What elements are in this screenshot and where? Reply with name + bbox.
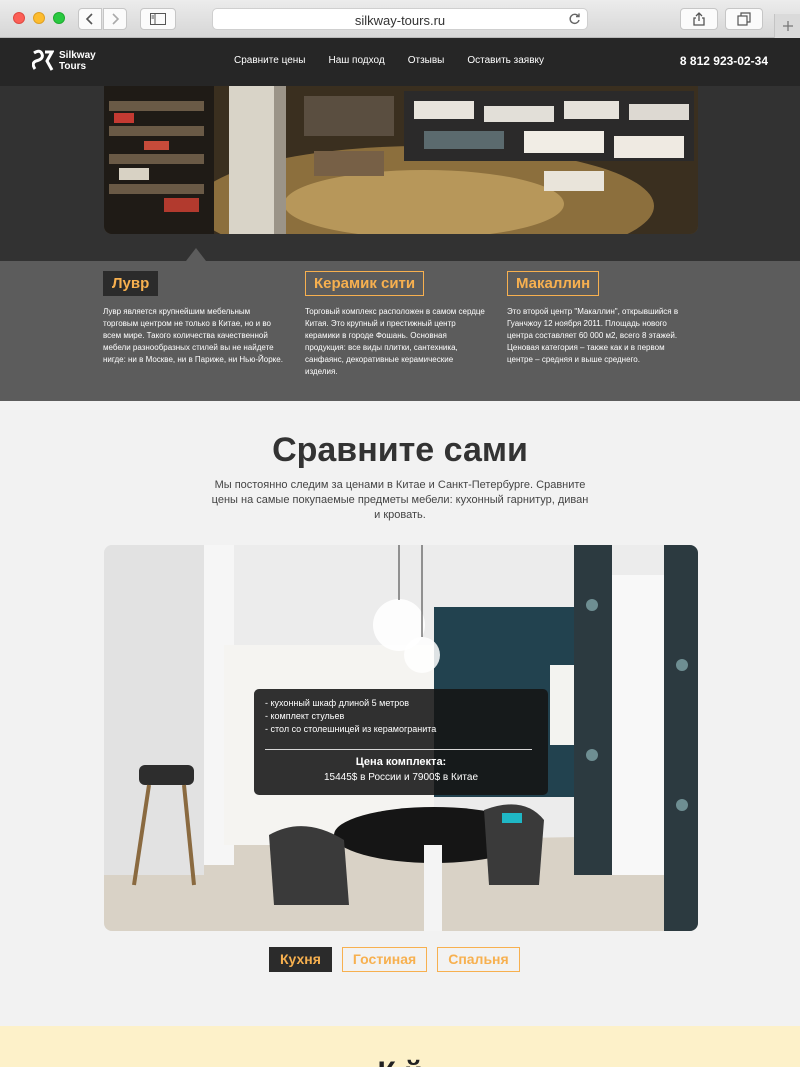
new-tab-button[interactable] xyxy=(774,14,800,38)
set-info-overlay: - кухонный шкаф длиной 5 метров - компле… xyxy=(254,689,548,795)
zoom-window-button[interactable] xyxy=(53,12,65,24)
set-item: - кухонный шкаф длиной 5 метров xyxy=(265,698,409,708)
share-icon xyxy=(693,12,705,26)
close-window-button[interactable] xyxy=(13,12,25,24)
reload-icon[interactable] xyxy=(568,12,581,26)
mall-macalline: Макаллин Это второй центр "Макаллин", от… xyxy=(507,271,689,366)
back-button[interactable] xyxy=(78,8,102,30)
chevron-left-icon xyxy=(85,13,93,25)
sidebar-icon xyxy=(150,13,166,25)
mall-louvre: Лувр Лувр является крупнейшим мебельным … xyxy=(103,271,285,366)
divider xyxy=(265,749,532,750)
address-bar[interactable]: silkway-tours.ru xyxy=(212,8,588,30)
compare-section: Сравните сами Мы постоянно следим за цен… xyxy=(0,401,800,1026)
section-subtitle: Мы постоянно следим за ценами в Китае и … xyxy=(211,479,589,521)
malls-section: Лувр Лувр является крупнейшим мебельным … xyxy=(0,261,800,401)
nav-link-approach[interactable]: Наш подход xyxy=(328,55,384,66)
room-tabs: Кухня Гостиная Спальня xyxy=(269,947,530,972)
forward-button[interactable] xyxy=(103,8,127,30)
kitchen-photo: - кухонный шкаф длиной 5 метров - компле… xyxy=(104,545,698,931)
plus-icon xyxy=(782,21,793,31)
mall-description: Торговый комплекс расположен в самом сер… xyxy=(305,307,485,376)
logo-line1: Silkway xyxy=(59,50,96,61)
mall-description: Лувр является крупнейшим мебельным торго… xyxy=(103,307,283,364)
mall-tab-louvre[interactable]: Лувр xyxy=(103,271,159,296)
mall-tab-macalline[interactable]: Макаллин xyxy=(507,271,600,296)
mall-interior-photo xyxy=(104,86,698,234)
share-button[interactable] xyxy=(680,8,718,30)
nav-link-request[interactable]: Оставить заявку xyxy=(467,55,544,66)
browser-toolbar: silkway-tours.ru xyxy=(0,0,800,38)
section-title: Сравните сами xyxy=(272,431,528,469)
mall-ceramic-city: Керамик сити Торговый комплекс расположе… xyxy=(305,271,487,378)
next-section-title: К й xyxy=(0,1056,800,1067)
mall-tab-ceramic-city[interactable]: Керамик сити xyxy=(305,271,425,296)
tab-bedroom[interactable]: Спальня xyxy=(437,947,520,972)
logo-line2: Tours xyxy=(59,61,87,72)
logo[interactable]: Silkway Tours xyxy=(32,49,96,73)
hero-pointer xyxy=(186,248,206,261)
set-item: - стол со столешницей из керамогранита xyxy=(265,724,437,734)
tabs-icon xyxy=(737,12,751,26)
set-items-list: - кухонный шкаф длиной 5 метров - компле… xyxy=(265,697,436,736)
chevron-right-icon xyxy=(112,13,120,25)
phone-number[interactable]: 8 812 923-02-34 xyxy=(680,54,768,68)
sidebar-button[interactable] xyxy=(140,8,176,30)
price-value: 15445$ в России и 7900$ в Китае xyxy=(323,772,479,783)
nav-link-compare[interactable]: Сравните цены xyxy=(234,55,305,66)
site-header: Silkway Tours Сравните цены Наш подход О… xyxy=(0,38,800,86)
hero xyxy=(0,86,800,261)
tab-kitchen[interactable]: Кухня xyxy=(269,947,332,972)
main-nav: Сравните цены Наш подход Отзывы Оставить… xyxy=(234,55,567,66)
set-item: - комплект стульев xyxy=(265,711,345,721)
silkway-logo-icon xyxy=(32,49,54,71)
minimize-window-button[interactable] xyxy=(33,12,45,24)
price-label: Цена комплекта: xyxy=(355,756,447,768)
next-section: К й xyxy=(0,1026,800,1067)
nav-link-reviews[interactable]: Отзывы xyxy=(408,55,445,66)
tabs-overview-button[interactable] xyxy=(725,8,763,30)
url-text: silkway-tours.ru xyxy=(354,13,446,28)
mall-description: Это второй центр "Макаллин", открывшийся… xyxy=(507,307,679,364)
mall-photo-illustration xyxy=(104,86,698,234)
logo-text: Silkway Tours xyxy=(59,50,96,72)
tab-living-room[interactable]: Гостиная xyxy=(341,947,428,972)
